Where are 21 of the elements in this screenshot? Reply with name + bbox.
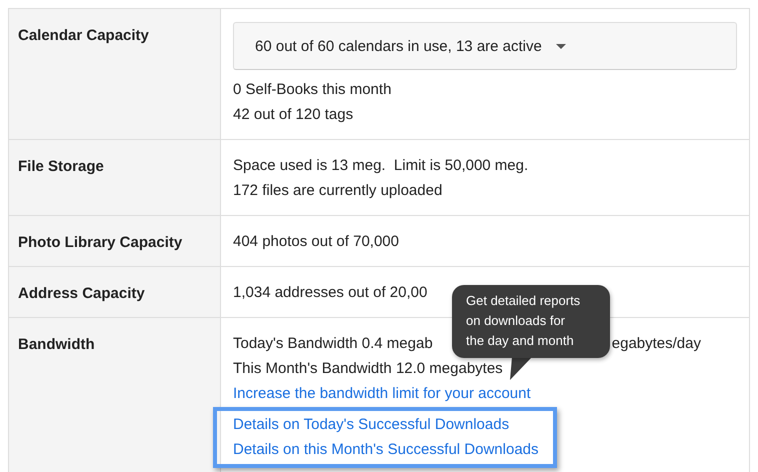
info-text: 42 out of 120 tags [233,105,354,125]
tooltip-pointer [510,357,532,380]
info-text: 0 Self-Books this month [233,80,392,100]
info-text: 1,034 addresses out of 20,00 [233,283,428,303]
row-label: Address Capacity [18,284,145,304]
info-text: 404 photos out of 70,000 [233,232,399,252]
downloads-link[interactable]: Details on Today's Successful Downloads [233,416,510,433]
info-text: 172 files are currently uploaded [233,181,442,201]
row-label: Calendar Capacity [18,26,149,46]
calendar-dropdown[interactable]: 60 out of 60 calendars in use, 13 are active [233,22,737,70]
row-label: Bandwidth [18,335,95,355]
downloads-link[interactable]: Details on this Month's Successful Downloads [233,441,539,458]
info-text: Space used is 13 meg. Limit is 50,000 meg. [233,156,528,176]
info-text: egabytes/day [612,334,701,354]
bandwidth-link[interactable]: Increase the bandwidth limit for your account [233,385,531,402]
info-text: Today's Bandwidth 0.4 megab [233,334,433,354]
row-label: Photo Library Capacity [18,233,182,253]
caret-icon [556,44,566,48]
row-label: File Storage [18,157,104,177]
info-text: This Month's Bandwidth 12.0 megabytes [233,359,503,379]
tooltip: Get detailed reports on downloads for the day and month [452,285,610,358]
